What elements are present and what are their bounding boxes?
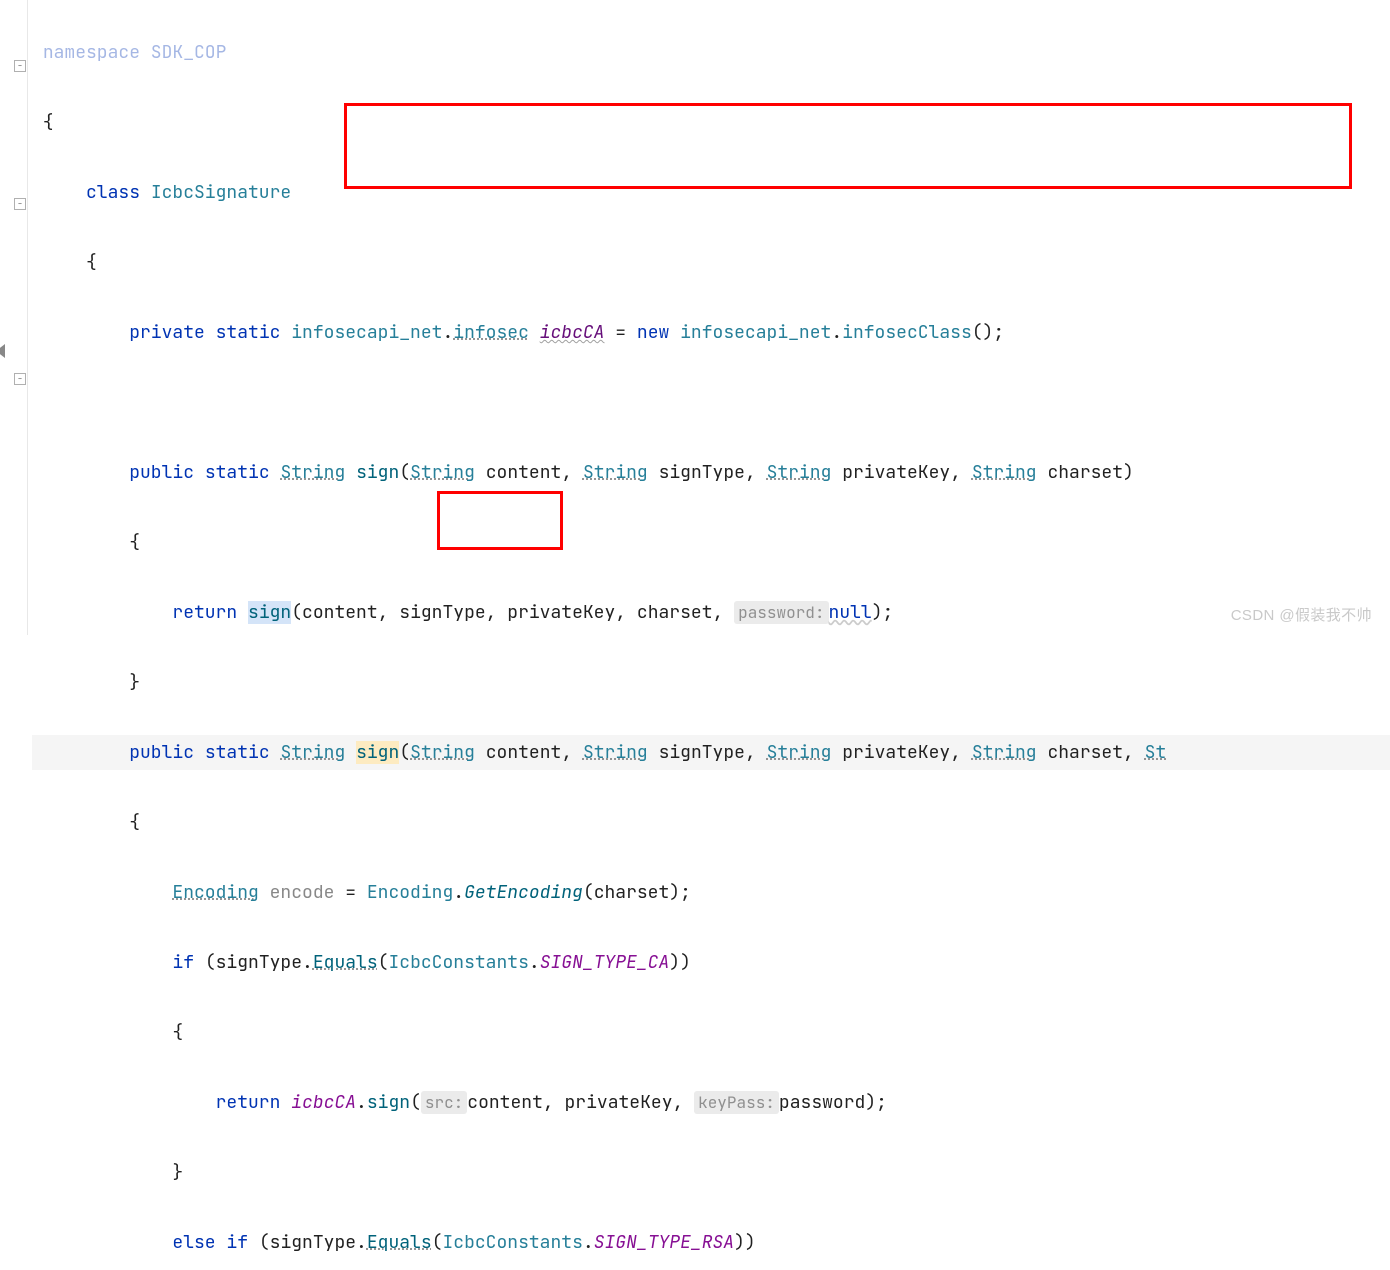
code-line: public static String sign(String content…: [32, 735, 1390, 770]
code-line: [32, 385, 1390, 420]
code-line: {: [32, 245, 1390, 280]
code-line: Encoding encode = Encoding.GetEncoding(c…: [32, 875, 1390, 910]
code-editor[interactable]: − − − namespace SDK_COP { class IcbcSign…: [0, 0, 1390, 635]
code-line: private static infosecapi_net.infosec ic…: [32, 315, 1390, 350]
code-line: {: [32, 525, 1390, 560]
code-line: }: [32, 665, 1390, 700]
code-area[interactable]: namespace SDK_COP { class IcbcSignature …: [28, 0, 1390, 635]
code-line: class IcbcSignature: [32, 175, 1390, 210]
code-line: }: [32, 1155, 1390, 1190]
parameter-hint: keyPass:: [694, 1091, 779, 1114]
code-line: namespace SDK_COP: [32, 35, 1390, 70]
code-line: public static String sign(String content…: [32, 455, 1390, 490]
code-line: return sign(content, signType, privateKe…: [32, 595, 1390, 630]
code-line: {: [32, 805, 1390, 840]
fold-icon[interactable]: −: [14, 373, 26, 385]
code-line: {: [32, 105, 1390, 140]
watermark: CSDN @假装我不帅: [1231, 604, 1372, 625]
editor-gutter: − − −: [0, 0, 28, 635]
caret-indicator: [0, 344, 5, 358]
code-line: else if (signType.Equals(IcbcConstants.S…: [32, 1225, 1390, 1260]
fold-icon[interactable]: −: [14, 198, 26, 210]
code-line: if (signType.Equals(IcbcConstants.SIGN_T…: [32, 945, 1390, 980]
parameter-hint: src:: [421, 1091, 467, 1114]
code-line: {: [32, 1015, 1390, 1050]
code-line: return icbcCA.sign(src:content, privateK…: [32, 1085, 1390, 1120]
parameter-hint: password:: [734, 601, 828, 624]
fold-icon[interactable]: −: [14, 60, 26, 72]
